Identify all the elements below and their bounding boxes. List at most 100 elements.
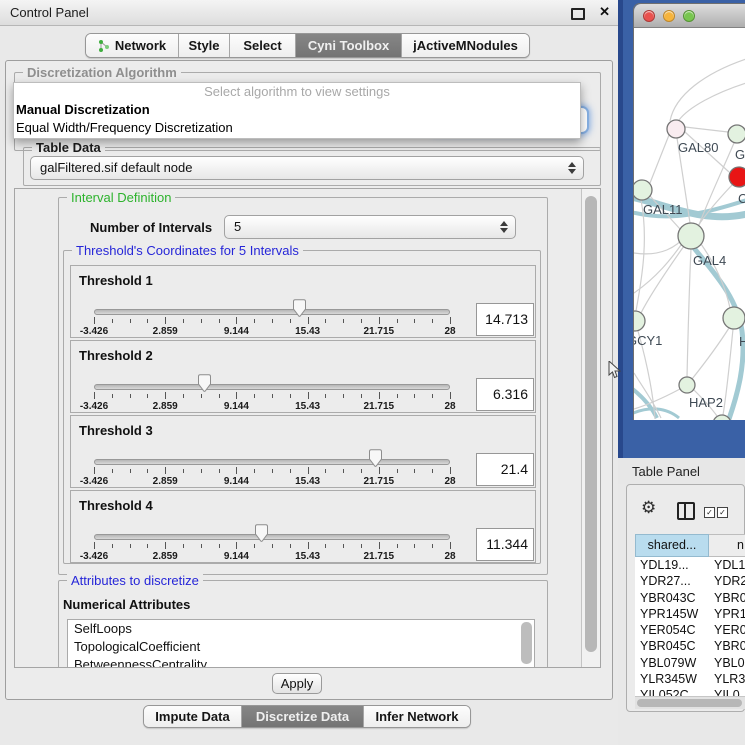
table-row[interactable]: YLR345W YLR3 — [635, 671, 745, 687]
network-node-G[interactable] — [728, 125, 745, 143]
number-of-intervals-select[interactable]: 5 — [224, 215, 516, 239]
settings-scrollbar[interactable] — [581, 189, 601, 667]
minimize-window-icon[interactable] — [663, 10, 675, 22]
network-node-GCY1[interactable] — [634, 311, 645, 331]
node-table[interactable]: YDL19...YDL1YDR27...YDR2YBR043CYBR0YPR14… — [635, 557, 745, 696]
scrollbar-thumb[interactable] — [637, 699, 742, 707]
network-graph[interactable]: GAL80GCGAL11GAL4GCY1HHAP2 — [634, 28, 745, 420]
table-data-select[interactable]: galFiltered.sif default node — [30, 156, 584, 180]
table-row[interactable]: YDR27... YDR2 — [635, 573, 745, 589]
close-panel-icon[interactable]: ✕ — [599, 4, 610, 20]
cell-shared-name[interactable]: YIL052C — [640, 687, 689, 696]
attribute-list-item[interactable]: TopologicalCoefficient — [68, 638, 534, 656]
dropdown-option-equal-width-frequency[interactable]: Equal Width/Frequency Discretization — [14, 119, 580, 137]
table-row[interactable]: YBL079W YBL0 — [635, 655, 745, 671]
slider-thumb[interactable] — [292, 299, 307, 318]
network-edge[interactable] — [692, 328, 729, 379]
tab-impute-data[interactable]: Impute Data — [144, 706, 241, 727]
tick-mark — [379, 392, 380, 399]
zoom-window-icon[interactable] — [683, 10, 695, 22]
cell-name[interactable]: YBR0 — [714, 638, 745, 654]
attributes-list-scrollbar[interactable] — [521, 622, 532, 664]
attribute-list-item[interactable]: SelfLoops — [68, 620, 534, 638]
cell-shared-name[interactable]: YLR345W — [640, 671, 697, 687]
cell-name[interactable]: YDL1 — [714, 557, 745, 573]
tab-style[interactable]: Style — [178, 34, 229, 57]
slider-thumb[interactable] — [197, 374, 212, 393]
scrollbar-thumb[interactable] — [585, 196, 597, 652]
table-row[interactable]: YIL052C YIL0 — [635, 687, 745, 696]
table-row[interactable]: YBR045C YBR0 — [635, 638, 745, 654]
network-node-H[interactable] — [723, 307, 745, 329]
tick-mark — [147, 469, 148, 473]
network-window-titlebar[interactable] — [634, 4, 745, 28]
network-node-HAP2[interactable] — [679, 377, 695, 393]
threshold-value-field[interactable]: 14.713 — [476, 303, 534, 336]
network-node-C[interactable] — [729, 167, 745, 187]
close-window-icon[interactable] — [643, 10, 655, 22]
slider-track[interactable] — [94, 384, 450, 390]
cell-name[interactable]: YDR2 — [714, 573, 745, 589]
cell-shared-name[interactable]: YDL19... — [640, 557, 689, 573]
table-row[interactable]: YBR043C YBR0 — [635, 590, 745, 606]
tab-jactivemnodules[interactable]: jActiveMNodules — [401, 34, 529, 57]
cell-shared-name[interactable]: YDR27... — [640, 573, 691, 589]
table-row[interactable]: YER054C YER0 — [635, 622, 745, 638]
slider-thumb[interactable] — [254, 524, 269, 543]
dropdown-option-manual-discretization[interactable]: Manual Discretization — [14, 101, 580, 119]
cell-name[interactable]: YBL0 — [714, 655, 745, 671]
tab-select[interactable]: Select — [229, 34, 295, 57]
network-edge[interactable] — [723, 329, 733, 415]
slider-tick-label: 21.715 — [364, 401, 395, 412]
tick-mark — [397, 319, 398, 323]
table-row[interactable]: YPR145W YPR1 — [635, 606, 745, 622]
network-edge[interactable] — [679, 83, 745, 120]
network-edge[interactable] — [641, 246, 684, 313]
cell-name[interactable]: YLR3 — [714, 671, 745, 687]
slider-track[interactable] — [94, 534, 450, 540]
tick-mark — [397, 469, 398, 473]
tab-discretize-data[interactable]: Discretize Data — [241, 706, 363, 727]
split-columns-icon[interactable] — [677, 502, 695, 520]
gear-icon[interactable]: ⚙ — [641, 499, 656, 516]
cell-name[interactable]: YER0 — [714, 622, 745, 638]
numerical-attributes-list[interactable]: SelfLoopsTopologicalCoefficientBetweenne… — [67, 619, 535, 668]
slider-tick-label: 2.859 — [153, 326, 178, 337]
cell-shared-name[interactable]: YER054C — [640, 622, 696, 638]
network-edge[interactable] — [687, 249, 691, 377]
slider-track[interactable] — [94, 459, 450, 465]
threshold-value-field[interactable]: 21.4 — [476, 453, 534, 486]
tab-network[interactable]: Network — [86, 34, 178, 57]
slider-thumb[interactable] — [368, 449, 383, 468]
network-node-GAL80[interactable] — [667, 120, 685, 138]
column-header-shared-name[interactable]: shared... — [635, 534, 709, 557]
cell-shared-name[interactable]: YBR043C — [640, 590, 696, 606]
network-node-GAL11[interactable] — [634, 180, 652, 200]
column-select-icon[interactable]: ✓ ✓ — [704, 507, 728, 518]
apply-button[interactable]: Apply — [272, 673, 322, 694]
tab-infer-network[interactable]: Infer Network — [363, 706, 470, 727]
attribute-list-item[interactable]: BetweennessCentrality — [68, 656, 534, 668]
cell-shared-name[interactable]: YBL079W — [640, 655, 696, 671]
network-canvas[interactable]: GAL80GCGAL11GAL4GCY1HHAP2 — [634, 28, 745, 420]
network-edge[interactable] — [670, 59, 745, 121]
network-node-GAL4[interactable] — [678, 223, 704, 249]
cell-shared-name[interactable]: YBR045C — [640, 638, 696, 654]
table-row[interactable]: YDL19... YDL1 — [635, 557, 745, 573]
threshold-value-field[interactable]: 6.316 — [476, 378, 534, 411]
cell-name[interactable]: YIL0 — [714, 687, 740, 696]
table-horizontal-scrollbar[interactable] — [635, 696, 745, 709]
network-window: GAL80GCGAL11GAL4GCY1HHAP2 — [633, 3, 745, 420]
tab-cyni-toolbox[interactable]: Cyni Toolbox — [295, 34, 401, 57]
network-edge[interactable] — [650, 135, 669, 183]
dropdown-placeholder-option[interactable]: Select algorithm to view settings — [14, 83, 580, 101]
cell-name[interactable]: YPR1 — [714, 606, 745, 622]
threshold-value-field[interactable]: 11.344 — [476, 528, 534, 561]
column-header-name[interactable]: n — [709, 534, 745, 557]
network-edge[interactable] — [685, 127, 728, 132]
float-window-icon[interactable] — [571, 8, 585, 20]
cell-name[interactable]: YBR0 — [714, 590, 745, 606]
network-edge[interactable] — [699, 143, 734, 225]
cell-shared-name[interactable]: YPR145W — [640, 606, 698, 622]
slider-track[interactable] — [94, 309, 450, 315]
